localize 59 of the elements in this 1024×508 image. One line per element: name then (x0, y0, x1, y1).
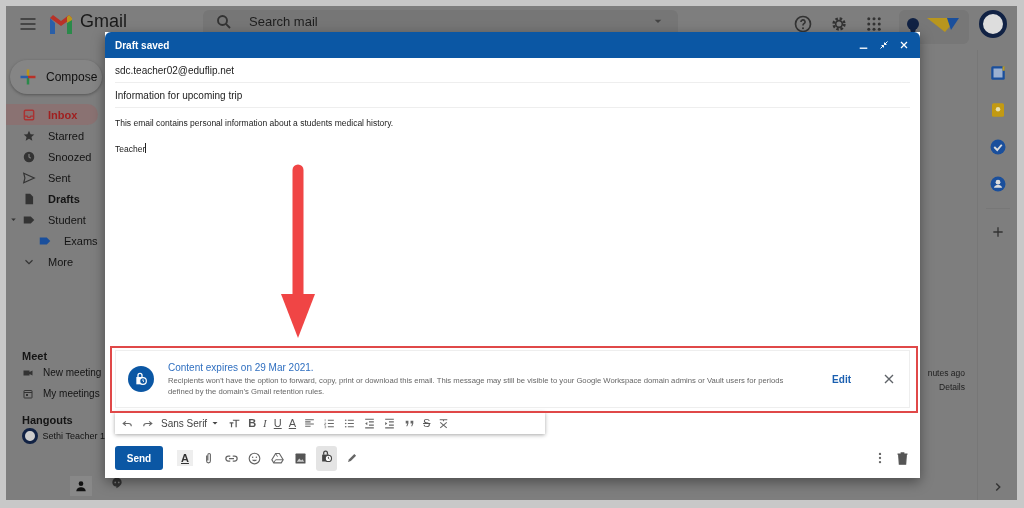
calendar-icon[interactable] (988, 64, 1007, 82)
check-circle-icon[interactable] (988, 138, 1007, 156)
emoji-icon[interactable] (246, 450, 262, 466)
sidebar-item[interactable]: Student (6, 209, 98, 230)
format-button[interactable]: S (423, 417, 431, 429)
sidebar-item[interactable]: Exams (6, 230, 98, 251)
sidebar-item[interactable]: Starred (6, 125, 98, 146)
person-icon[interactable] (74, 479, 88, 493)
compose-button[interactable]: Compose (10, 60, 102, 94)
trash-icon[interactable] (895, 450, 910, 466)
body-text: Teacher (115, 143, 148, 154)
section-heading: Hangouts (21, 414, 74, 426)
expand-caret-icon[interactable] (9, 215, 18, 224)
subject-field[interactable]: Information for upcoming trip (115, 83, 910, 108)
edit-link[interactable]: Edit (830, 371, 853, 387)
apps-grid-icon[interactable] (865, 15, 883, 33)
font-dropdown[interactable]: Sans Serif (161, 417, 222, 429)
format-button[interactable]: I (263, 417, 267, 429)
indent-less-icon[interactable] (363, 416, 377, 430)
confidential-mode-button[interactable] (315, 445, 337, 471)
app-name: Gmail (80, 11, 127, 31)
close-icon[interactable] (898, 39, 910, 51)
numbered-list-icon[interactable] (323, 416, 337, 430)
expand-icon[interactable] (878, 39, 890, 51)
sidebar-item[interactable]: More (6, 251, 98, 272)
inbox-icon (22, 107, 36, 122)
indent-more-icon[interactable] (383, 416, 397, 430)
format-button[interactable]: B (248, 417, 257, 429)
send-icon (22, 170, 36, 185)
mail-time: nutes ago (927, 368, 965, 378)
section-heading: Meet (21, 350, 49, 362)
format-button[interactable]: U (273, 417, 282, 429)
search-icon (215, 13, 233, 31)
notice-title: Content expires on 29 Mar 2021. (168, 361, 315, 373)
body-text: This email contains personal information about a students medical history. (115, 118, 395, 128)
person-circle-icon[interactable] (988, 175, 1007, 193)
sidebar-item[interactable]: Snoozed (6, 146, 98, 167)
align-icon[interactable] (303, 416, 317, 430)
meet-item[interactable]: My meetings (6, 383, 105, 404)
clock-icon (22, 149, 36, 164)
avatar[interactable] (979, 10, 1007, 38)
meet-item[interactable]: New meeting (6, 362, 105, 383)
calendar-icon (22, 387, 34, 400)
details-link[interactable]: Details (939, 382, 965, 392)
chat-bubble-icon[interactable] (110, 476, 124, 490)
help-icon[interactable] (793, 14, 813, 34)
hangouts-contact[interactable]: Sethi Teacher 1 (6, 426, 105, 446)
format-button[interactable]: A (288, 417, 297, 429)
formatting-toggle[interactable]: A (177, 450, 193, 466)
lock-clock-icon (128, 366, 154, 392)
gmail-logo-icon (48, 14, 74, 34)
recipient-field[interactable]: sdc.teacher02@eduflip.net (115, 58, 910, 83)
text-cursor (145, 143, 147, 153)
plus-icon (18, 67, 38, 87)
title-bar: Draft saved (105, 32, 920, 58)
send-button[interactable]: Send (115, 446, 163, 470)
sidebar-item[interactable]: Drafts (6, 188, 98, 209)
sidebar-item[interactable]: Sent (6, 167, 98, 188)
drive-icon[interactable] (269, 450, 285, 466)
